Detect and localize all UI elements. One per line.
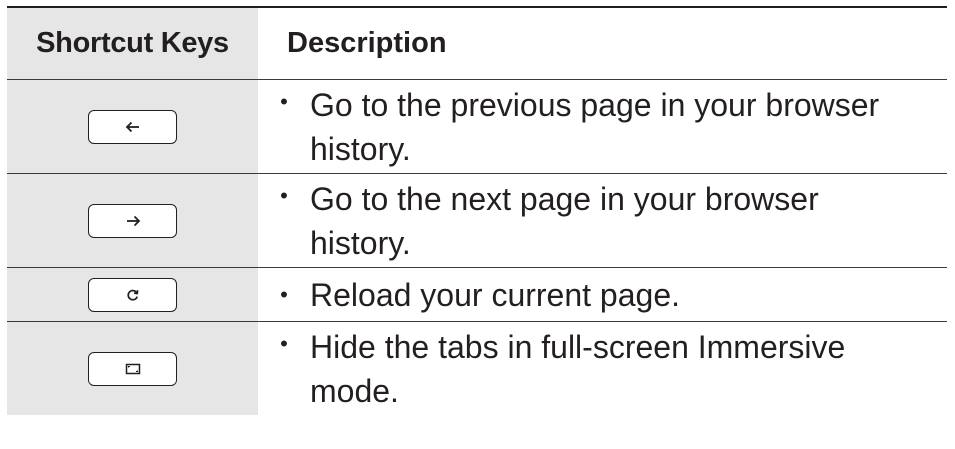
keycap-reload [88, 277, 177, 312]
table-row: • Hide the tabs in full-screen Immersive… [7, 322, 947, 415]
bullet: • [280, 89, 288, 114]
description-cell: • Go to the next page in your browser hi… [258, 174, 947, 267]
keycap-forward [88, 203, 177, 238]
keycap-full-screen [88, 351, 177, 386]
description-text: Go to the previous page in your browser … [310, 87, 880, 167]
reload-icon [126, 289, 138, 301]
table-header: Shortcut Keys Description [7, 8, 947, 80]
description-text: Hide the tabs in full-screen Immersive m… [310, 329, 846, 409]
bullet: • [280, 281, 288, 307]
description-cell: • Reload your current page. [258, 268, 947, 321]
description-cell: • Hide the tabs in full-screen Immersive… [258, 322, 947, 415]
back-arrow-icon [125, 121, 139, 132]
keycap-back [88, 109, 177, 144]
shortcut-cell [7, 174, 258, 267]
shortcut-cell [7, 322, 258, 415]
table-row: • Reload your current page. [7, 268, 947, 322]
table-row: • Go to the previous page in your browse… [7, 80, 947, 174]
shortcut-cell [7, 80, 258, 173]
full-screen-icon [125, 363, 140, 374]
bullet: • [280, 331, 288, 356]
shortcut-table: Shortcut Keys Description • Go to the pr… [7, 6, 947, 415]
shortcut-cell [7, 268, 258, 321]
header-shortcut-keys: Shortcut Keys [7, 8, 258, 79]
description-text: Reload your current page. [310, 276, 680, 313]
bullet: • [280, 183, 288, 208]
header-description: Description [258, 8, 947, 79]
forward-arrow-icon [126, 215, 140, 226]
table-row: • Go to the next page in your browser hi… [7, 174, 947, 268]
description-cell: • Go to the previous page in your browse… [258, 80, 947, 173]
description-text: Go to the next page in your browser hist… [310, 181, 819, 261]
